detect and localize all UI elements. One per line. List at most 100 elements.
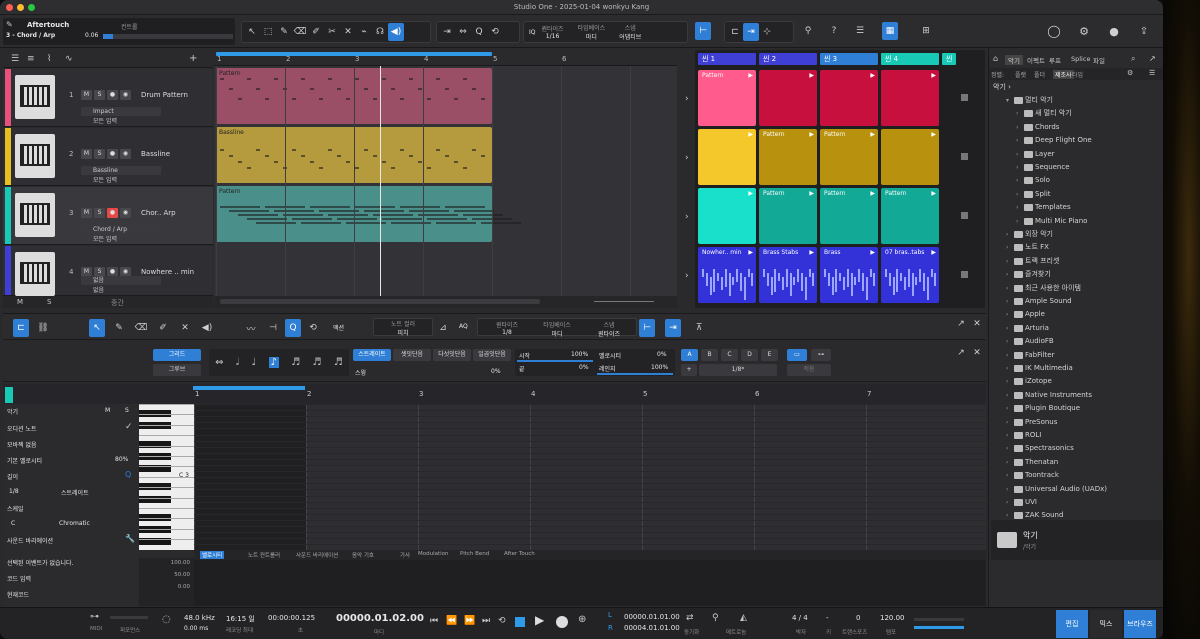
- bars-display[interactable]: 00000.01.02.00: [336, 613, 424, 624]
- black-key[interactable]: [139, 422, 171, 430]
- autoscroll-icon[interactable]: ⇥: [743, 23, 759, 41]
- solo-button[interactable]: S: [94, 90, 105, 100]
- track-row[interactable]: 1MS●◉Drum PatternImpact모든 입력없음: [3, 69, 213, 127]
- scene-header[interactable]: 씬 4: [881, 53, 939, 65]
- velocity-lane[interactable]: [194, 560, 986, 606]
- groove-button[interactable]: 그루브: [153, 364, 201, 376]
- track-name[interactable]: Nowhere .. min: [141, 268, 194, 276]
- expand-chevron-icon[interactable]: ›: [1006, 228, 1008, 241]
- clip-pad[interactable]: Pattern ▶: [759, 188, 817, 244]
- mute-button[interactable]: M: [81, 208, 92, 218]
- browser-item[interactable]: › PreSonus: [989, 416, 1163, 429]
- play-button[interactable]: ▶: [535, 613, 544, 627]
- inspector-slider[interactable]: [103, 34, 233, 39]
- note-color-select[interactable]: 노트 컬러 피치: [373, 318, 433, 337]
- return-to-zero-icon[interactable]: ⏮: [430, 616, 438, 626]
- clip-pad[interactable]: ▶: [820, 70, 878, 126]
- scene-launch-icon[interactable]: ›: [685, 153, 689, 163]
- side-length-mode[interactable]: 스트레이트: [61, 488, 89, 497]
- scene-launch-icon[interactable]: ›: [685, 94, 689, 104]
- timebase-select[interactable]: 타임베이스 마디: [578, 23, 606, 41]
- sort-option[interactable]: 타입: [1072, 70, 1083, 79]
- expand-chevron-icon[interactable]: ›: [1006, 308, 1008, 321]
- editor-detach-icon[interactable]: ↗: [953, 315, 969, 333]
- range-tool-icon[interactable]: ⬚: [260, 23, 276, 41]
- lane-tab[interactable]: 가사: [400, 551, 410, 559]
- track-name[interactable]: Bassline: [141, 150, 170, 158]
- scene-stop-button[interactable]: [961, 153, 968, 160]
- editor-pencil-icon[interactable]: ✎: [111, 319, 127, 337]
- pad-play-icon[interactable]: ▶: [931, 72, 936, 79]
- pad-play-icon[interactable]: ▶: [931, 249, 936, 256]
- view-tab[interactable]: 편집: [1056, 610, 1088, 638]
- loop-icon[interactable]: ⟲: [487, 23, 503, 41]
- browser-item[interactable]: › Apple: [989, 308, 1163, 321]
- clip-pad[interactable]: ▶: [881, 129, 939, 185]
- velocity-value[interactable]: 0%: [657, 351, 667, 358]
- scene-grid-icon[interactable]: ▦: [882, 22, 898, 40]
- side-length-value[interactable]: 1/8: [9, 488, 19, 495]
- note-grid[interactable]: [194, 404, 986, 550]
- layout-menu-icon[interactable]: ⊞: [918, 22, 934, 40]
- mute-button[interactable]: M: [81, 90, 92, 100]
- browser-item[interactable]: › Plugin Boutique: [989, 402, 1163, 415]
- clip-pad[interactable]: Pattern ▶: [881, 188, 939, 244]
- end-icon[interactable]: ⏭: [482, 616, 490, 626]
- browser-item[interactable]: › Thenatan: [989, 456, 1163, 469]
- metronome-transport-icon[interactable]: ◭: [740, 613, 747, 623]
- eighth-note-icon[interactable]: ♪: [268, 357, 279, 368]
- quantize-preset-button[interactable]: C: [721, 349, 738, 361]
- browser-item[interactable]: › 즐겨찾기: [989, 268, 1163, 281]
- clip-pad[interactable]: Pattern ▶: [759, 129, 817, 185]
- browser-item[interactable]: › 외장 악기: [989, 228, 1163, 241]
- expand-chevron-icon[interactable]: ›: [1006, 402, 1008, 415]
- track-row[interactable]: 3MS●◉Chor.. ArpChord / Arp모든 입력없음: [3, 187, 213, 245]
- grid-mode-button[interactable]: ▭: [787, 349, 807, 361]
- expand-chevron-icon[interactable]: ›: [1016, 188, 1018, 201]
- iq-label[interactable]: IQ: [529, 29, 536, 36]
- track-input-field[interactable]: 모든 입력: [81, 117, 161, 126]
- track-instrument-field[interactable]: Bassline: [81, 166, 161, 175]
- snap-toggle-icon[interactable]: ⊢: [695, 22, 711, 40]
- listen-tool-icon[interactable]: ☊: [372, 23, 388, 41]
- expand-chevron-icon[interactable]: ›: [1006, 335, 1008, 348]
- right-locator[interactable]: 00004.01.01.00: [624, 624, 680, 632]
- browser-item[interactable]: › Multi Mic Piano: [989, 215, 1163, 228]
- black-key[interactable]: [139, 513, 171, 521]
- pad-play-icon[interactable]: ▶: [870, 190, 875, 197]
- paint-tool-icon[interactable]: ✐: [308, 23, 324, 41]
- clip-pad[interactable]: ▶: [881, 70, 939, 126]
- editor-marker-icon[interactable]: ⊼: [691, 319, 707, 337]
- clip-pad[interactable]: 07 bras..tabs ▶: [881, 247, 939, 303]
- loop-range-bar[interactable]: [216, 52, 492, 56]
- clip-pad[interactable]: Pattern ▶: [698, 70, 756, 126]
- footer-s-button[interactable]: S: [47, 298, 51, 306]
- browser-item[interactable]: › Chords: [989, 121, 1163, 134]
- expand-chevron-icon[interactable]: ›: [1006, 322, 1008, 335]
- side-m-button[interactable]: M: [105, 407, 110, 414]
- editor-quantize-select[interactable]: 퀀타이즈 1/8: [486, 320, 528, 336]
- range-mode-button[interactable]: ⊶: [811, 349, 831, 361]
- quantize-preset-button[interactable]: E: [761, 349, 778, 361]
- expand-chevron-icon[interactable]: ›: [1016, 161, 1018, 174]
- panel-detach-icon[interactable]: ↗: [953, 344, 969, 362]
- mode-tab[interactable]: 셋잇단음: [393, 349, 431, 361]
- pad-play-icon[interactable]: ▶: [809, 131, 814, 138]
- scene-stop-button[interactable]: [961, 212, 968, 219]
- editor-eraser-icon[interactable]: ⌫: [133, 319, 149, 337]
- range-value[interactable]: 100%: [651, 364, 668, 371]
- mute-button[interactable]: M: [81, 149, 92, 159]
- browser-item[interactable]: › 최근 사용한 아이템: [989, 282, 1163, 295]
- scale-type[interactable]: Chromatic: [59, 520, 90, 527]
- swing-value[interactable]: 0%: [491, 368, 501, 375]
- view-tab[interactable]: 브라우즈: [1124, 610, 1156, 638]
- expand-chevron-icon[interactable]: ›: [1016, 174, 1018, 187]
- snap-select[interactable]: 스냅 어댑티브: [619, 23, 641, 41]
- end-value[interactable]: 0%: [579, 364, 589, 371]
- monitor-button[interactable]: ◉: [120, 208, 131, 218]
- browser-item[interactable]: › Solo: [989, 174, 1163, 187]
- browser-item[interactable]: › iZotope: [989, 375, 1163, 388]
- editor-action-menu[interactable]: 액션: [333, 323, 344, 332]
- pad-play-icon[interactable]: ▶: [809, 190, 814, 197]
- pad-play-icon[interactable]: ▶: [748, 131, 753, 138]
